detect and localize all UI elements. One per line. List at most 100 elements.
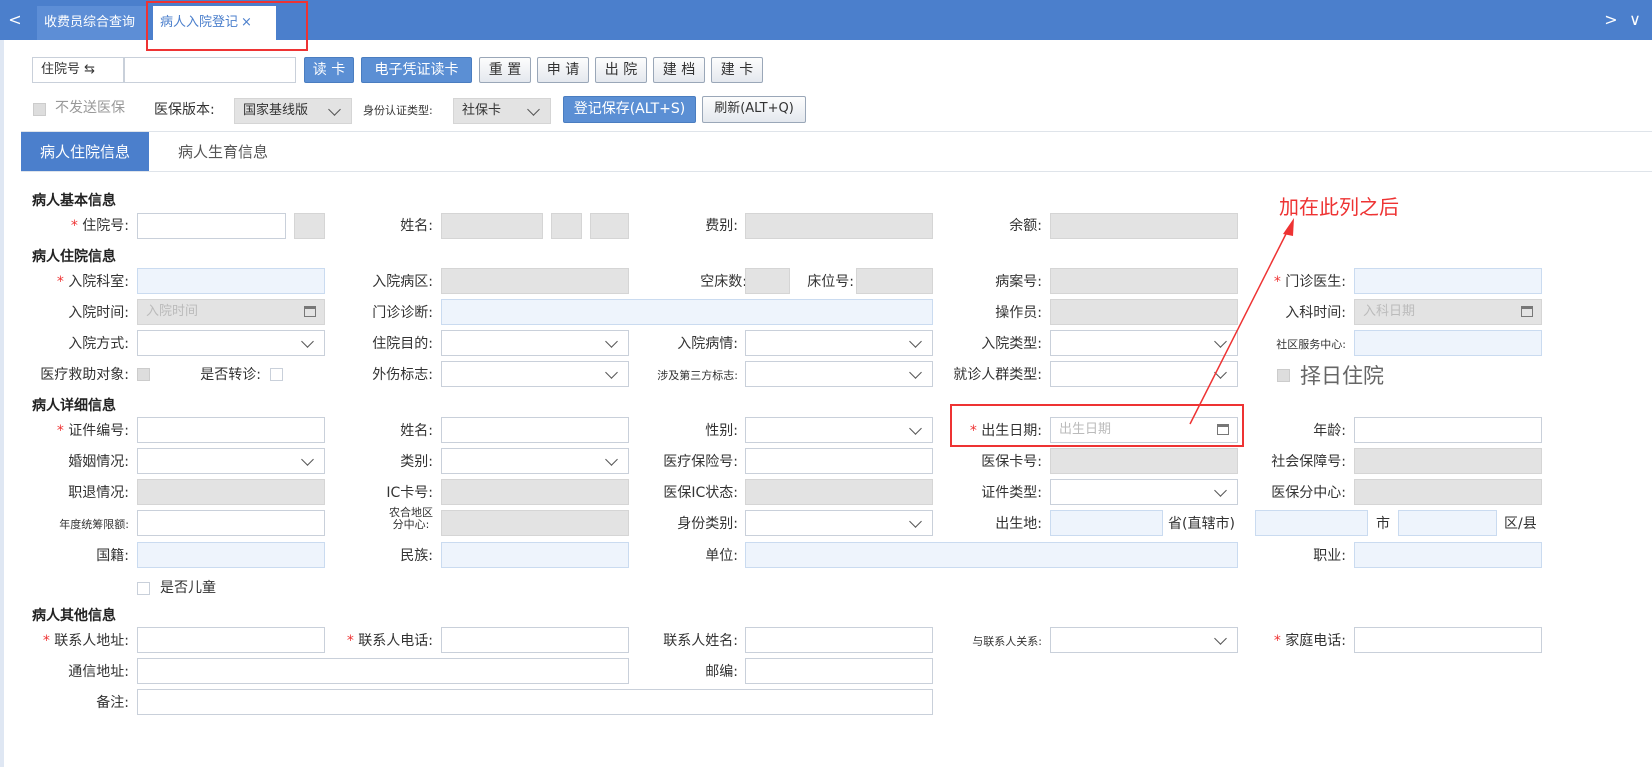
mail-addr-input[interactable] <box>137 658 629 684</box>
inpatient-no-input[interactable] <box>137 213 286 239</box>
id-type-select[interactable]: 社保卡 <box>453 98 551 124</box>
marital-select[interactable] <box>137 448 325 474</box>
age-label: 年龄: <box>1313 423 1346 439</box>
tab-birth-info[interactable]: 病人生育信息 <box>152 132 294 172</box>
tab-label: 病人入院登记 <box>160 15 239 30</box>
id-type2-label: 证件类型: <box>981 485 1042 501</box>
discharge-button[interactable]: 出 院 <box>595 57 647 83</box>
age-input[interactable] <box>1354 417 1542 443</box>
ethnicity-label: 民族: <box>400 548 433 564</box>
social-security-display <box>1354 448 1542 474</box>
rural-center-display <box>441 510 629 536</box>
home-phone-label: * 家庭电话: <box>1273 633 1346 649</box>
transfer-checkbox[interactable] <box>270 368 283 381</box>
contact-phone-input[interactable] <box>441 627 629 653</box>
no-send-label: 不发送医保 <box>55 100 125 116</box>
build-card-button[interactable]: 建 卡 <box>711 57 763 83</box>
calendar-icon[interactable] <box>1521 306 1533 317</box>
admit-time-input[interactable]: 入院时间 <box>137 299 325 325</box>
admit-dept-input[interactable] <box>137 268 325 294</box>
contact-rel-select[interactable] <box>1050 627 1238 653</box>
admit-method-select[interactable] <box>137 330 325 356</box>
no-send-checkbox[interactable] <box>33 103 46 116</box>
home-phone-input[interactable] <box>1354 627 1542 653</box>
search-input[interactable] <box>124 57 296 83</box>
inpatient-no-extra[interactable] <box>294 213 325 239</box>
is-child-checkbox[interactable] <box>137 582 150 595</box>
city-label: 市 <box>1376 516 1390 532</box>
is-child-label: 是否儿童 <box>160 580 216 596</box>
apply-button[interactable]: 申 请 <box>537 57 589 83</box>
archive-button[interactable]: 建 档 <box>653 57 705 83</box>
clinic-doctor-input[interactable] <box>1354 268 1542 294</box>
injury-flag-select[interactable] <box>441 361 629 387</box>
injury-flag-label: 外伤标志: <box>372 367 433 383</box>
admit-condition-select[interactable] <box>745 330 933 356</box>
reset-button[interactable]: 重 置 <box>479 57 531 83</box>
insurance-no-input[interactable] <box>745 448 933 474</box>
crowd-type-select[interactable] <box>1050 361 1238 387</box>
name2-input[interactable] <box>441 417 629 443</box>
section-other-title: 病人其他信息 <box>32 608 116 624</box>
chevron-down-icon[interactable]: ∨ <box>1628 10 1642 30</box>
gender-select[interactable] <box>745 417 933 443</box>
ic-status-label: 医保IC状态: <box>663 485 738 501</box>
aid-target-checkbox[interactable] <box>137 368 150 381</box>
save-button[interactable]: 登记保存(ALT+S) <box>563 96 696 123</box>
postcode-input[interactable] <box>745 658 933 684</box>
ethnicity-input[interactable] <box>441 542 629 568</box>
third-party-select[interactable] <box>745 361 933 387</box>
clinic-diag-input[interactable] <box>441 299 933 325</box>
read-card-button[interactable]: 读 卡 <box>304 57 354 83</box>
id-no-input[interactable] <box>137 417 325 443</box>
category-select[interactable] <box>441 448 629 474</box>
name-extra-1 <box>551 213 582 239</box>
e-card-read-button[interactable]: 电子凭证读卡 <box>361 57 472 83</box>
section-basic-title: 病人基本信息 <box>32 193 116 209</box>
birth-date-input[interactable]: 出生日期 <box>1050 417 1238 443</box>
search-type-select[interactable]: 住院号 ⇆ <box>32 57 124 83</box>
tab-admission-register[interactable]: 病人入院登记 × <box>153 6 276 40</box>
empty-beds-display <box>745 268 790 294</box>
retire-display <box>137 479 325 505</box>
birthplace-province-input[interactable] <box>1050 510 1163 536</box>
chevron-right-icon[interactable]: > <box>1604 10 1618 30</box>
operator-label: 操作员: <box>995 305 1042 321</box>
admit-type-select[interactable] <box>1050 330 1238 356</box>
fee-type-display <box>745 213 933 239</box>
contact-rel-label: 与联系人关系: <box>972 635 1042 648</box>
top-tab-bar: < 收费员综合查询 病人入院登记 × > ∨ <box>0 0 1652 40</box>
tab-inpatient-info[interactable]: 病人住院信息 <box>21 132 149 172</box>
case-no-display <box>1050 268 1238 294</box>
calendar-icon[interactable] <box>1217 424 1229 435</box>
remark-input[interactable] <box>137 689 933 715</box>
refresh-button[interactable]: 刷新(ALT+Q) <box>702 96 806 123</box>
nationality-input[interactable] <box>137 542 325 568</box>
birthplace-city-input[interactable] <box>1255 510 1368 536</box>
select-day-checkbox[interactable] <box>1277 369 1290 382</box>
identity-type-select[interactable] <box>745 510 933 536</box>
insurance-version-select[interactable]: 国家基线版 <box>234 98 352 124</box>
marital-label: 婚姻情况: <box>68 454 129 470</box>
close-icon[interactable]: × <box>241 15 252 30</box>
annual-limit-input[interactable] <box>137 510 325 536</box>
chevron-left-icon[interactable]: < <box>8 10 22 30</box>
insurance-center-label: 医保分中心: <box>1271 485 1346 501</box>
contact-name-input[interactable] <box>745 627 933 653</box>
occupation-input[interactable] <box>1354 542 1542 568</box>
contact-addr-input[interactable] <box>137 627 325 653</box>
id-type2-select[interactable] <box>1050 479 1238 505</box>
employer-input[interactable] <box>745 542 1238 568</box>
annotation-text: 加在此列之后 <box>1279 195 1399 219</box>
calendar-icon[interactable] <box>304 306 316 317</box>
admit-ward-label: 入院病区: <box>372 274 433 290</box>
nationality-label: 国籍: <box>96 548 129 564</box>
community-center-input[interactable] <box>1354 330 1542 356</box>
admit-purpose-select[interactable] <box>441 330 629 356</box>
birthplace-district-input[interactable] <box>1398 510 1497 536</box>
dept-time-label: 入科时间: <box>1285 305 1346 321</box>
tab-fee-query[interactable]: 收费员综合查询 <box>37 6 147 40</box>
case-no-label: 病案号: <box>995 274 1042 290</box>
dept-time-input[interactable]: 入科日期 <box>1354 299 1542 325</box>
clinic-diag-label: 门诊诊断: <box>372 305 433 321</box>
